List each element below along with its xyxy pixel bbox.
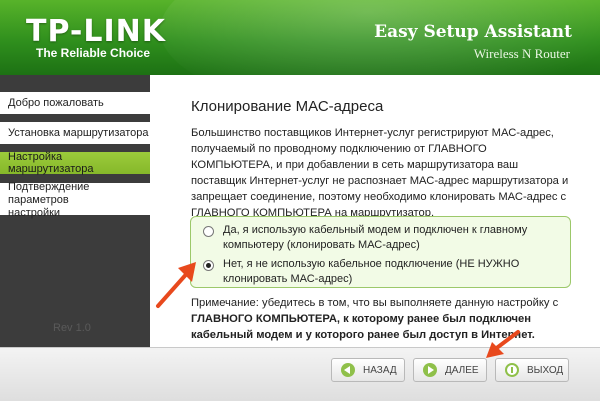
next-button[interactable]: ДАЛЕЕ xyxy=(413,358,487,382)
sidebar-item-router-install[interactable]: Установка маршрутизатора xyxy=(0,122,150,144)
page-description: Большинство поставщиков Интернет-услуг р… xyxy=(191,127,569,219)
sidebar-item-label: Добро пожаловать xyxy=(8,97,104,109)
note-prefix: Примечание: убедитесь в том, что вы выпо… xyxy=(191,297,559,309)
back-button-label: НАЗАД xyxy=(363,364,397,376)
sidebar-item-label-line1: Подтверждение параметров xyxy=(8,180,90,206)
power-icon xyxy=(505,363,519,377)
radio-no-clone[interactable] xyxy=(203,260,214,271)
sidebar-item-welcome[interactable]: Добро пожаловать xyxy=(0,92,150,114)
clone-options-box: Да, я использую кабельный модем и подклю… xyxy=(190,216,571,288)
next-button-label: ДАЛЕЕ xyxy=(445,364,479,376)
option-no-clone[interactable]: Нет, я не использую кабельное подключени… xyxy=(203,257,519,287)
option-no-clone-line1: Нет, я не использую кабельное подключени… xyxy=(223,258,520,270)
back-button[interactable]: НАЗАД xyxy=(331,358,405,382)
radio-clone-mac[interactable] xyxy=(203,226,214,237)
arrow-left-icon xyxy=(341,363,355,377)
logo-tagline: The Reliable Choice xyxy=(36,46,151,60)
tp-link-logo: TP-LINK xyxy=(26,14,167,49)
option-clone-mac-line1: Да, я использую кабельный модем и подклю… xyxy=(223,224,528,236)
option-clone-mac-text: Да, я использую кабельный модем и подклю… xyxy=(223,223,527,253)
app-subtitle: Wireless N Router xyxy=(473,46,570,61)
option-clone-mac-line2: компьютеру (клонировать МАС-адрес) xyxy=(223,239,420,251)
annotation-arrow-icon xyxy=(486,330,520,358)
sidebar-item-confirm-settings[interactable]: Подтверждение параметров настройки xyxy=(0,180,150,219)
sidebar-item-label-line2: настройки xyxy=(8,206,61,219)
annotation-arrow-icon xyxy=(156,262,196,308)
option-no-clone-line2: клонировать МАС-адрес) xyxy=(223,273,353,285)
app-title: Easy Setup Assistant xyxy=(374,22,572,42)
page-title: Клонирование МАС-адреса xyxy=(191,98,384,115)
exit-button-label: ВЫХОД xyxy=(527,364,564,376)
sidebar-item-label: Установка маршрутизатора xyxy=(8,127,149,139)
option-clone-mac[interactable]: Да, я использую кабельный модем и подклю… xyxy=(203,223,527,253)
sidebar-item-label: Настройка маршрутизатора xyxy=(8,151,94,175)
header-banner: TP-LINK The Reliable Choice Easy Setup A… xyxy=(0,0,600,75)
arrow-right-icon xyxy=(423,363,437,377)
sidebar-item-router-setup[interactable]: Настройка маршрутизатора xyxy=(0,151,150,175)
option-no-clone-text: Нет, я не использую кабельное подключени… xyxy=(223,257,519,287)
revision-label: Rev 1.0 xyxy=(53,322,91,334)
